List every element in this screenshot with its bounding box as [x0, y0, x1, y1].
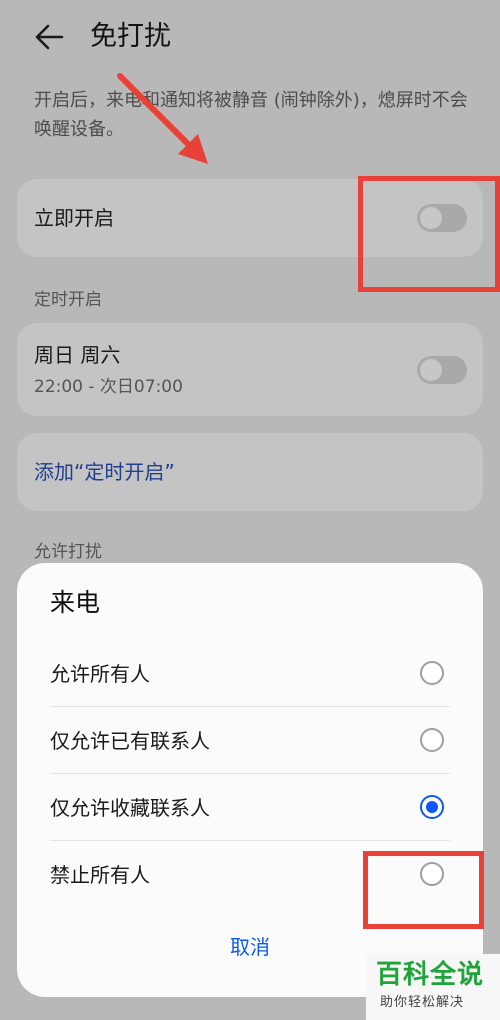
allow-section-label: 允许打扰 — [34, 542, 102, 562]
back-arrow-icon[interactable] — [30, 18, 68, 56]
annotation-arrow-icon — [117, 73, 208, 164]
sheet-title: 来电 — [50, 588, 101, 617]
option-favorites-only[interactable]: 仅允许收藏联系人 — [50, 775, 450, 841]
option-label: 禁止所有人 — [50, 863, 150, 887]
divider — [50, 773, 450, 774]
annotation-highlight-box — [363, 851, 484, 929]
watermark-logo: 百科全说 助你轻松解决 — [366, 954, 500, 1020]
radio-dot — [426, 801, 438, 813]
page-title: 免打扰 — [90, 21, 171, 52]
option-label: 仅允许已有联系人 — [50, 729, 210, 753]
toggle-knob — [420, 359, 442, 381]
option-label: 仅允许收藏联系人 — [50, 796, 210, 820]
watermark-title: 百科全说 — [376, 960, 485, 990]
divider — [50, 706, 450, 707]
radio-button-selected[interactable] — [420, 795, 444, 819]
watermark-subtitle: 助你轻松解决 — [380, 995, 465, 1010]
option-allow-everyone[interactable]: 允许所有人 — [50, 641, 450, 707]
schedule-section-label: 定时开启 — [34, 290, 102, 310]
radio-button[interactable] — [420, 728, 444, 752]
option-label: 允许所有人 — [50, 662, 150, 686]
add-schedule-link[interactable]: 添加“定时开启” — [34, 457, 175, 487]
immediate-enable-label: 立即开启 — [34, 206, 114, 230]
annotation-highlight-box — [358, 176, 500, 292]
description-text: 开启后，来电和通知将被静音 (闹钟除外)，熄屏时不会唤醒设备。 — [34, 90, 468, 140]
schedule-toggle[interactable] — [417, 356, 467, 384]
divider — [50, 840, 450, 841]
schedule-item[interactable]: 周日 周六 22:00 - 次日07:00 — [17, 323, 483, 416]
add-schedule-row[interactable]: 添加“定时开启” — [17, 433, 483, 511]
schedule-days: 周日 周六 — [34, 343, 121, 367]
option-contacts-only[interactable]: 仅允许已有联系人 — [50, 708, 450, 774]
header: 免打扰 — [0, 0, 500, 80]
radio-button[interactable] — [420, 661, 444, 685]
calls-bottom-sheet: 来电 允许所有人 仅允许已有联系人 仅允许收藏联系人 禁止所有人 取消 — [17, 563, 483, 997]
schedule-time: 22:00 - 次日07:00 — [34, 377, 183, 397]
